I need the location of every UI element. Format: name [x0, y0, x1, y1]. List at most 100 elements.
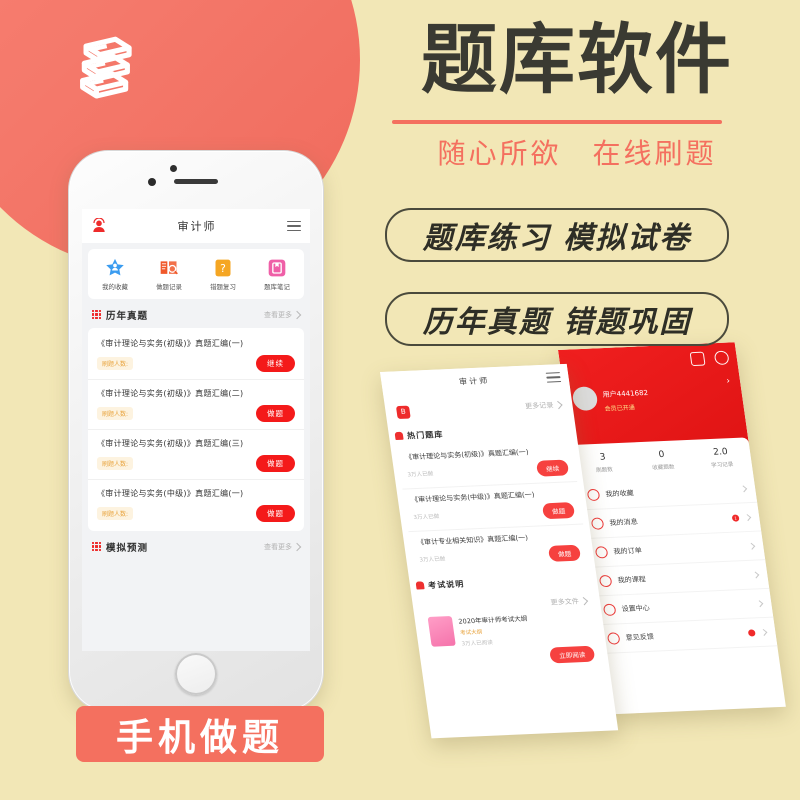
stat-value: 3	[599, 452, 607, 463]
row-action-button[interactable]: 继续	[256, 355, 295, 372]
feedback-icon	[606, 632, 621, 645]
row-title: 《审计理论与实务(中级)》真题汇编(一)	[97, 489, 244, 498]
menu-label: 我的课程	[617, 575, 647, 585]
proximity-sensor	[148, 178, 156, 186]
menu-label: 我的收藏	[605, 489, 635, 499]
row-action-button[interactable]: 做题	[256, 505, 295, 522]
chevron-right-icon	[756, 599, 764, 607]
middle-banner[interactable]: B 更多记录	[390, 392, 569, 425]
profile-stats: 3 刷题数 0 收藏题数 2.0 学习记录	[571, 437, 754, 482]
stacked-books-icon	[62, 22, 148, 108]
row-tag: 刷题人数:	[97, 457, 134, 470]
quick-action-notes[interactable]: 题库笔记	[250, 258, 304, 292]
section-more-link[interactable]: 查看更多	[264, 310, 302, 320]
stat-item[interactable]: 0 收藏题数	[632, 449, 694, 472]
list-item[interactable]: 《审计理论与实务(中级)》真题汇编(一) 3万人已做 做题	[402, 481, 584, 533]
badge-dot: 1	[731, 513, 740, 522]
chevron-right-icon	[752, 571, 760, 579]
user-avatar-icon[interactable]	[91, 218, 107, 234]
quick-actions: 我的收藏 做题记录 ? 错题复习 题库笔记	[88, 249, 304, 299]
bell-icon	[394, 431, 404, 441]
stat-value: 0	[658, 449, 666, 461]
app-title: 审计师	[177, 220, 217, 233]
row-tag: 刷题人数:	[97, 407, 134, 420]
stat-label: 收藏题数	[651, 464, 675, 472]
grid-dots-icon	[92, 310, 101, 319]
quick-action-label: 题库笔记	[264, 283, 290, 291]
menu-item[interactable]: 设置中心	[592, 588, 774, 626]
middle-banner-more-label: 更多记录	[524, 401, 554, 411]
menu-item[interactable]: 我的收藏	[576, 473, 758, 511]
chevron-right-icon	[579, 597, 589, 606]
phone-screen: 审计师 我的收藏 做题记录 ? 错题复习 题库笔记 历年真题 查看更多 《审计理…	[82, 209, 310, 651]
quick-action-wrong[interactable]: ? 错题复习	[196, 258, 250, 292]
list-item-action[interactable]: 做题	[547, 544, 582, 562]
quick-action-label: 错题复习	[210, 283, 236, 291]
order-icon	[594, 546, 609, 559]
read-now-button[interactable]: 立即阅读	[548, 645, 596, 664]
chevron-right-icon	[292, 542, 302, 551]
question-board-icon: ?	[215, 259, 231, 277]
list-item[interactable]: 《审计专业相关知识》真题汇编(一) 3万人已做 做题	[409, 525, 589, 574]
list-item-sub: 3万人已做	[419, 556, 446, 564]
menu-label: 我的消息	[609, 517, 639, 528]
section-more-label: 查看更多	[264, 542, 292, 551]
section-more-link[interactable]: 查看更多	[264, 542, 302, 552]
page-subtitle: 随心所欲 在线刷题	[437, 137, 717, 170]
phone-mockup: 审计师 我的收藏 做题记录 ? 错题复习 题库笔记 历年真题 查看更多 《审计理…	[68, 150, 324, 712]
quick-action-favorites[interactable]: 我的收藏	[88, 258, 142, 292]
svg-text:?: ?	[220, 262, 226, 275]
row-action-button[interactable]: 做题	[256, 455, 295, 472]
profile-user[interactable]: 用户4441682 会员已开通	[571, 376, 736, 414]
table-row[interactable]: 《审计理论与实务(初级)》真题汇编(三) 刷题人数: 做题	[88, 430, 304, 480]
status-badge: 手机做题	[76, 706, 324, 762]
row-action-button[interactable]: 做题	[256, 405, 295, 422]
hamburger-icon[interactable]	[545, 371, 562, 384]
feature-pill-2: 历年真题 错题巩固	[385, 292, 729, 346]
list-item[interactable]: 《审计理论与实务(初级)》真题汇编(一) 3万人已做 继续	[396, 439, 578, 490]
section-title: 历年真题	[106, 310, 149, 322]
star-badge-icon	[106, 258, 124, 276]
profile-menu: 我的收藏 我的消息 1 我的订单 我的课程 设置中心 意见反馈	[576, 473, 778, 655]
scan-icon[interactable]	[689, 351, 706, 367]
row-title: 《审计理论与实务(初级)》真题汇编(三)	[97, 439, 244, 448]
chevron-right-icon	[740, 484, 748, 492]
vip-badge: 会员已开通	[604, 404, 636, 413]
bell-icon	[415, 581, 425, 590]
profile-header: 用户4441682 会员已开通 ›	[558, 342, 749, 452]
menu-item[interactable]: 我的订单	[584, 531, 766, 568]
quick-action-history[interactable]: 做题记录	[142, 258, 196, 292]
stat-item[interactable]: 2.0 学习记录	[690, 446, 752, 469]
row-tag: 刷题人数:	[97, 507, 134, 520]
menu-label: 我的订单	[613, 546, 643, 556]
list-item-action[interactable]: 做题	[541, 502, 576, 520]
table-row[interactable]: 《审计理论与实务(初级)》真题汇编(二) 刷题人数: 做题	[88, 380, 304, 430]
menu-item[interactable]: 我的消息 1	[580, 502, 762, 540]
note-icon	[268, 259, 286, 277]
menu-item[interactable]: 意见反馈	[596, 617, 778, 655]
chevron-right-icon	[292, 310, 302, 319]
row-title: 《审计理论与实务(初级)》真题汇编(一)	[97, 339, 244, 348]
badge-icon: B	[395, 405, 411, 419]
list-item-sub: 3万人已做	[407, 471, 434, 479]
chevron-right-icon[interactable]: ›	[726, 376, 731, 386]
menu-label: 意见反馈	[625, 632, 655, 642]
stat-label: 刷题数	[595, 467, 614, 474]
list-item-action[interactable]: 继续	[535, 459, 570, 477]
feature-pill-1: 题库练习 模拟试卷	[385, 208, 729, 262]
middle-list: 《审计理论与实务(初级)》真题汇编(一) 3万人已做 继续 《审计理论与实务(中…	[396, 439, 590, 574]
quick-action-label: 我的收藏	[102, 283, 128, 291]
menu-item[interactable]: 我的课程	[588, 560, 770, 597]
doc-more-label: 更多文件	[550, 597, 580, 607]
document-card[interactable]: 更多文件 2020年审计师考试大纲 考试大纲 3万人已阅读 立即阅读	[417, 588, 604, 676]
quick-action-label: 做题记录	[156, 283, 182, 291]
middle-banner-more[interactable]: 更多记录	[525, 400, 563, 411]
row-tag: 刷题人数:	[97, 357, 134, 370]
hamburger-icon[interactable]	[287, 220, 301, 232]
gear-icon[interactable]	[713, 350, 730, 366]
home-button[interactable]	[175, 653, 217, 695]
table-row[interactable]: 《审计理论与实务(中级)》真题汇编(一) 刷题人数: 做题	[88, 480, 304, 529]
past-exams-list: 《审计理论与实务(初级)》真题汇编(一) 刷题人数: 继续 《审计理论与实务(初…	[88, 328, 304, 531]
section-more-label: 查看更多	[264, 310, 292, 319]
table-row[interactable]: 《审计理论与实务(初级)》真题汇编(一) 刷题人数: 继续	[88, 330, 304, 380]
